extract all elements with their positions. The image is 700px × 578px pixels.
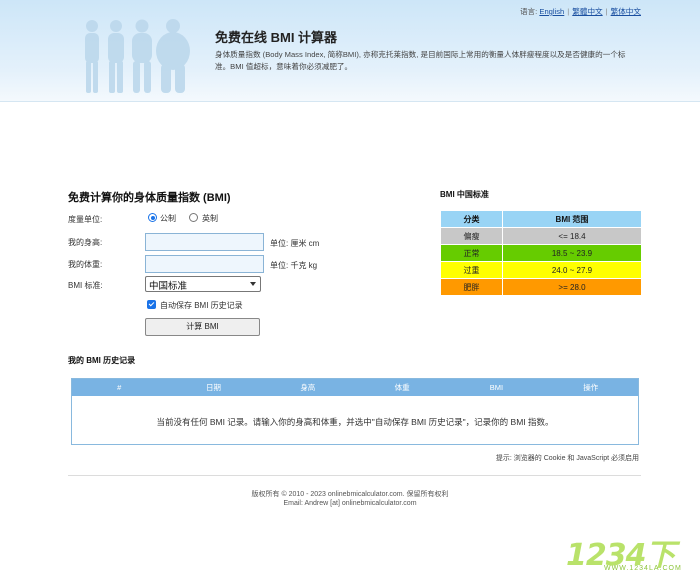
- table-header-row: 分类 BMI 范围: [440, 210, 642, 228]
- table-row: 偏瘦 <= 18.4: [440, 227, 642, 245]
- unit-metric-label: 公制: [160, 214, 176, 223]
- unit-metric-radio[interactable]: [148, 213, 157, 222]
- history-header-cell: 体重: [394, 383, 410, 392]
- range-cell: 24.0 ~ 27.9: [502, 261, 642, 279]
- range-cell: 18.5 ~ 23.9: [502, 244, 642, 262]
- weight-input[interactable]: [145, 255, 264, 273]
- history-header-cell: 操作: [583, 383, 599, 392]
- weight-unit-label: 单位: 千克 kg: [270, 261, 318, 270]
- table-row: 肥胖 >= 28.0: [440, 278, 642, 296]
- language-label: 语言:: [519, 7, 538, 16]
- copyright-text: 版权所有 © 2010 - 2023 onlinebmicalculator.c…: [251, 491, 449, 498]
- unit-imperial-label: 英制: [202, 214, 218, 223]
- history-header-cell: BMI: [489, 383, 504, 392]
- category-cell: 过重: [440, 261, 503, 279]
- range-cell: <= 18.4: [502, 227, 642, 245]
- history-header-cell: 日期: [205, 383, 221, 392]
- standard-select-value: 中国标准: [149, 281, 188, 292]
- height-input[interactable]: [145, 233, 264, 251]
- bmi-standard-table: 分类 BMI 范围 偏瘦 <= 18.4 正常 18.5 ~ 23.9 过重 2…: [440, 210, 642, 296]
- chevron-down-icon: [250, 282, 256, 286]
- form-title: 免费计算你的身体质量指数 (BMI): [68, 192, 231, 204]
- unit-imperial-radio[interactable]: [189, 213, 198, 222]
- contact-email: Email: Andrew [at] onlinebmicalculator.c…: [283, 500, 417, 507]
- history-header-cell: #: [117, 383, 122, 392]
- autosave-label: 自动保存 BMI 历史记录: [160, 301, 243, 310]
- table-header-cell: BMI 范围: [502, 210, 642, 228]
- history-header-row: # 日期 身高 体重 BMI 操作: [72, 379, 638, 396]
- site-description: 身体质量指数 (Body Mass Index, 简称BMI), 亦称克托莱指数…: [215, 50, 626, 71]
- body-silhouettes-image: [78, 16, 198, 96]
- site-title: 免费在线 BMI 计算器: [215, 30, 338, 45]
- range-cell: >= 28.0: [502, 278, 642, 296]
- category-cell: 肥胖: [440, 278, 503, 296]
- lang-english-link[interactable]: English: [539, 7, 564, 16]
- divider: [68, 475, 641, 476]
- lang-simplified-link[interactable]: 繁体中文: [611, 7, 641, 16]
- standard-label: BMI 标准:: [68, 281, 103, 290]
- history-header-cell: 身高: [300, 383, 316, 392]
- unit-label: 度量单位:: [68, 215, 103, 224]
- autosave-checkbox[interactable]: [147, 300, 156, 309]
- language-switcher: 语言: English | 繁體中文 | 繁体中文: [519, 7, 641, 16]
- standard-select[interactable]: 中国标准: [145, 276, 261, 292]
- browser-note: 提示: 浏览器的 Cookie 和 JavaScript 必须启用: [495, 455, 639, 462]
- watermark-url: WWW.1234LA.COM: [604, 565, 682, 572]
- category-cell: 偏瘦: [440, 227, 503, 245]
- history-title: 我的 BMI 历史记录: [68, 356, 136, 365]
- table-row: 正常 18.5 ~ 23.9: [440, 244, 642, 262]
- watermark-logo: 1234下 WWW.1234LA.COM: [566, 530, 694, 576]
- history-empty-message: 当前没有任何 BMI 记录。请输入你的身高和体重，并选中"自动保存 BMI 历史…: [156, 417, 554, 427]
- table-header-cell: 分类: [440, 210, 503, 228]
- site-header: 免费在线 BMI 计算器 身体质量指数 (Body Mass Index, 简称…: [0, 0, 700, 102]
- calculate-bmi-button[interactable]: 计算 BMI: [145, 318, 260, 336]
- lang-traditional-link[interactable]: 繁體中文: [572, 7, 602, 16]
- category-cell: 正常: [440, 244, 503, 262]
- weight-label: 我的体重:: [68, 260, 103, 269]
- height-unit-label: 单位: 厘米 cm: [270, 239, 320, 248]
- table-row: 过重 24.0 ~ 27.9: [440, 261, 642, 279]
- standard-table-title: BMI 中国标准: [440, 190, 489, 199]
- history-table: # 日期 身高 体重 BMI 操作 当前没有任何 BMI 记录。请输入你的身高和…: [71, 378, 639, 445]
- height-label: 我的身高:: [68, 238, 103, 247]
